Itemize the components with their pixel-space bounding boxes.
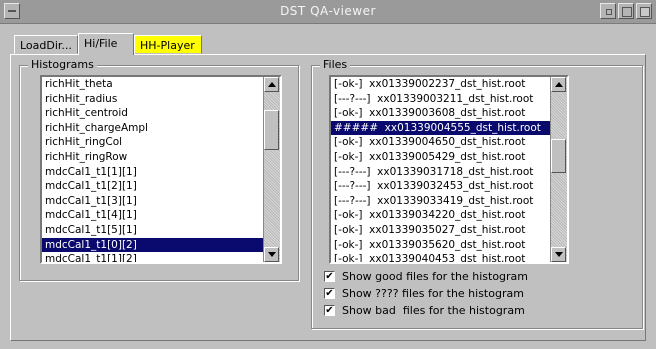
file-list-item[interactable]: [---?---] xx01339032453_dst_hist.root bbox=[331, 179, 550, 194]
minimize-button[interactable] bbox=[600, 3, 616, 19]
show-unknown-files-checkbox[interactable]: ✔ bbox=[324, 287, 335, 299]
histograms-legend: Histograms bbox=[28, 58, 97, 71]
histograms-items: richHit_theta richHit_radius richHit_centr… bbox=[42, 77, 263, 262]
file-list-item[interactable]: [-ok-] xx01339034220_dst_hist.root bbox=[331, 208, 550, 223]
files-legend: Files bbox=[320, 58, 351, 71]
file-list-item[interactable]: ##### xx01339004555_dst_hist.root bbox=[331, 120, 550, 136]
scroll-thumb[interactable] bbox=[264, 110, 279, 150]
file-list-item[interactable]: [---?---] xx01339033419_dst_hist.root bbox=[331, 194, 550, 209]
file-list-item[interactable]: [-ok-] xx01339002237_dst_hist.root bbox=[331, 77, 550, 92]
show-unknown-files-option[interactable]: ✔ Show ???? files for the histogram bbox=[324, 285, 524, 301]
histogram-list-item[interactable]: mdcCal1_t1[4][1] bbox=[42, 208, 263, 223]
show-bad-files-option[interactable]: ✔ Show bad files for the histogram bbox=[324, 302, 525, 318]
maximize-button[interactable] bbox=[618, 3, 634, 19]
file-list-item[interactable]: [-ok-] xx01339003608_dst_hist.root bbox=[331, 106, 550, 121]
histogram-list-item[interactable]: richHit_theta bbox=[42, 77, 263, 92]
histogram-list-item[interactable]: mdcCal1_t1[1][1] bbox=[42, 165, 263, 180]
title-bar: DST QA-viewer bbox=[0, 0, 656, 24]
histogram-list-item[interactable]: richHit_ringCol bbox=[42, 135, 263, 150]
file-list-item[interactable]: [---?---] xx01339031718_dst_hist.root bbox=[331, 165, 550, 180]
histogram-list-item[interactable]: mdcCal1_t1[2][1] bbox=[42, 179, 263, 194]
show-good-files-label: Show good files for the histogram bbox=[342, 269, 529, 283]
file-list-item[interactable]: [-ok-] xx01339035027_dst_hist.root bbox=[331, 223, 550, 238]
file-list-item[interactable]: [-ok-] xx01339005429_dst_hist.root bbox=[331, 150, 550, 165]
window-title: DST QA-viewer bbox=[280, 4, 376, 18]
histogram-list-item[interactable]: richHit_ringRow bbox=[42, 150, 263, 165]
histogram-list-item[interactable]: richHit_radius bbox=[42, 92, 263, 107]
histogram-list-item[interactable]: mdcCal1_t1[1][2] bbox=[42, 252, 263, 262]
show-good-files-option[interactable]: ✔ Show good files for the histogram bbox=[324, 268, 528, 284]
histogram-list-item[interactable]: richHit_centroid bbox=[42, 106, 263, 121]
histogram-list-item[interactable]: mdcCal1_t1[3][1] bbox=[42, 194, 263, 209]
file-list-item[interactable]: [-ok-] xx01339040453_dst_hist.root bbox=[331, 252, 550, 262]
histogram-list-item[interactable]: richHit_chargeAmpl bbox=[42, 121, 263, 136]
file-list-item[interactable]: [-ok-] xx01339035620_dst_hist.root bbox=[331, 238, 550, 253]
scroll-down-arrow-icon[interactable] bbox=[551, 247, 566, 262]
histograms-listbox[interactable]: richHit_theta richHit_radius richHit_centr… bbox=[40, 75, 282, 264]
scroll-up-arrow-icon[interactable] bbox=[264, 77, 279, 92]
files-items: [-ok-] xx01339002237_dst_hist.root [---?-… bbox=[331, 77, 550, 262]
show-bad-files-checkbox[interactable]: ✔ bbox=[324, 304, 335, 316]
histograms-scrollbar[interactable] bbox=[263, 77, 280, 262]
files-listbox[interactable]: [-ok-] xx01339002237_dst_hist.root [---?-… bbox=[329, 75, 569, 264]
show-good-files-checkbox[interactable]: ✔ bbox=[324, 270, 335, 282]
scroll-up-arrow-icon[interactable] bbox=[551, 77, 566, 92]
files-scrollbar[interactable] bbox=[550, 77, 567, 262]
show-bad-files-label: Show bad files for the histogram bbox=[342, 303, 525, 317]
tab-hh-player[interactable]: HH-Player bbox=[134, 35, 202, 54]
histogram-list-item[interactable]: mdcCal1_t1[5][1] bbox=[42, 223, 263, 238]
scroll-down-arrow-icon[interactable] bbox=[264, 247, 279, 262]
scroll-thumb[interactable] bbox=[551, 139, 566, 173]
close-button[interactable] bbox=[636, 3, 652, 19]
file-list-item[interactable]: [-ok-] xx01339004650_dst_hist.root bbox=[331, 135, 550, 150]
file-list-item[interactable]: [---?---] xx01339003211_dst_hist.root bbox=[331, 92, 550, 107]
tab-hi-file[interactable]: Hi/File bbox=[78, 33, 134, 55]
histogram-list-item[interactable]: mdcCal1_t1[0][2] bbox=[42, 237, 263, 253]
show-unknown-files-label: Show ???? files for the histogram bbox=[342, 286, 524, 300]
tab-loaddir[interactable]: LoadDir... bbox=[14, 35, 78, 54]
